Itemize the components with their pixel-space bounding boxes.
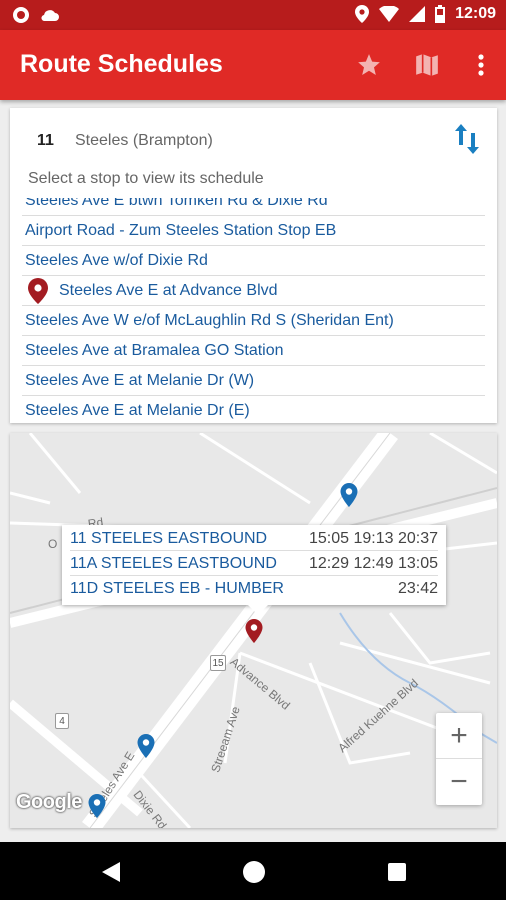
route-map[interactable]: O Rd Advance Blvd Streeam Ave Alfred Kue… (10, 433, 497, 828)
bus-stop-marker[interactable] (88, 794, 106, 818)
stop-list-item[interactable]: Steeles Ave at Bramalea GO Station (22, 336, 485, 366)
bus-stop-marker[interactable] (137, 734, 155, 758)
route-shield-15: 15 (210, 655, 226, 671)
wifi-icon (379, 6, 400, 22)
route-card: 11 Steeles (Brampton) Select a stop to v… (10, 108, 497, 423)
stop-list-item[interactable]: Steeles Ave E at Melanie Dr (E) (22, 396, 485, 423)
popup-route-name: 11D STEELES EB - HUMBER (70, 580, 284, 597)
bus-stop-marker[interactable] (340, 483, 358, 507)
clock: 12:09 (455, 5, 496, 22)
app-bar: Route Schedules (0, 30, 506, 100)
stop-list-item[interactable]: Airport Road - Zum Steeles Station Stop … (22, 216, 485, 246)
battery-icon (435, 5, 446, 23)
recents-icon (388, 863, 406, 881)
popup-schedule-row[interactable]: 11D STEELES EB - HUMBER 23:42 (70, 577, 438, 601)
popup-route-name: 11A STEELES EASTBOUND (70, 554, 277, 572)
popup-route-name: 11 STEELES EASTBOUND (70, 529, 268, 547)
recents-button[interactable] (384, 859, 410, 885)
map-label: O (48, 537, 58, 551)
swap-vertical-icon (455, 124, 479, 154)
stop-list-item[interactable]: Steeles Ave W e/of McLaughlin Rd S (Sher… (22, 306, 485, 336)
zoom-controls: + − (436, 713, 482, 805)
star-icon (358, 54, 380, 75)
route-number: 11 (37, 132, 54, 149)
zoom-in-button[interactable]: + (436, 713, 482, 759)
back-button[interactable] (98, 859, 124, 885)
status-bar: 12:09 (0, 0, 506, 30)
stop-list[interactable]: Steeles Ave E btwn Tomken Rd & Dixie Rd … (22, 198, 485, 423)
back-icon (102, 862, 120, 882)
stop-list-item[interactable]: Steeles Ave w/of Dixie Rd (22, 246, 485, 276)
popup-times: 23:42 (397, 580, 438, 597)
stop-list-item[interactable]: Steeles Ave E btwn Tomken Rd & Dixie Rd (22, 198, 485, 216)
selected-stop-marker[interactable] (245, 619, 263, 643)
location-icon (355, 5, 370, 23)
signal-icon (409, 6, 426, 22)
more-vert-icon (478, 54, 484, 76)
google-logo[interactable]: Google (16, 791, 82, 814)
more-options-button[interactable] (466, 50, 496, 80)
map-button[interactable] (412, 50, 442, 80)
zoom-out-button[interactable]: − (436, 759, 482, 805)
notification-app-icon (13, 7, 29, 23)
route-name: Steeles (Brampton) (75, 132, 213, 149)
cloud-icon (41, 10, 59, 22)
stop-list-item-selected[interactable]: Steeles Ave E at Advance Blvd (22, 276, 485, 306)
schedule-popup[interactable]: 11 STEELES EASTBOUND 15:05 19:13 20:37 1… (62, 525, 446, 615)
favorite-button[interactable] (354, 50, 384, 80)
popup-schedule-row[interactable]: 11A STEELES EASTBOUND 12:29 12:49 13:05 (70, 552, 438, 576)
home-icon (243, 861, 265, 883)
home-button[interactable] (241, 859, 267, 885)
popup-times: 12:29 12:49 13:05 (308, 554, 438, 572)
popup-times: 15:05 19:13 20:37 (308, 529, 438, 547)
map-pin-icon (28, 277, 48, 304)
popup-schedule-row[interactable]: 11 STEELES EASTBOUND 15:05 19:13 20:37 (70, 527, 438, 551)
stop-selection-hint: Select a stop to view its schedule (28, 170, 264, 187)
swap-direction-button[interactable] (453, 122, 481, 156)
map-icon (416, 54, 438, 76)
page-title: Route Schedules (20, 50, 223, 78)
route-shield-4: 4 (55, 713, 69, 729)
popup-pointer (248, 605, 268, 615)
stop-list-item[interactable]: Steeles Ave E at Melanie Dr (W) (22, 366, 485, 396)
system-nav-bar (0, 842, 506, 900)
